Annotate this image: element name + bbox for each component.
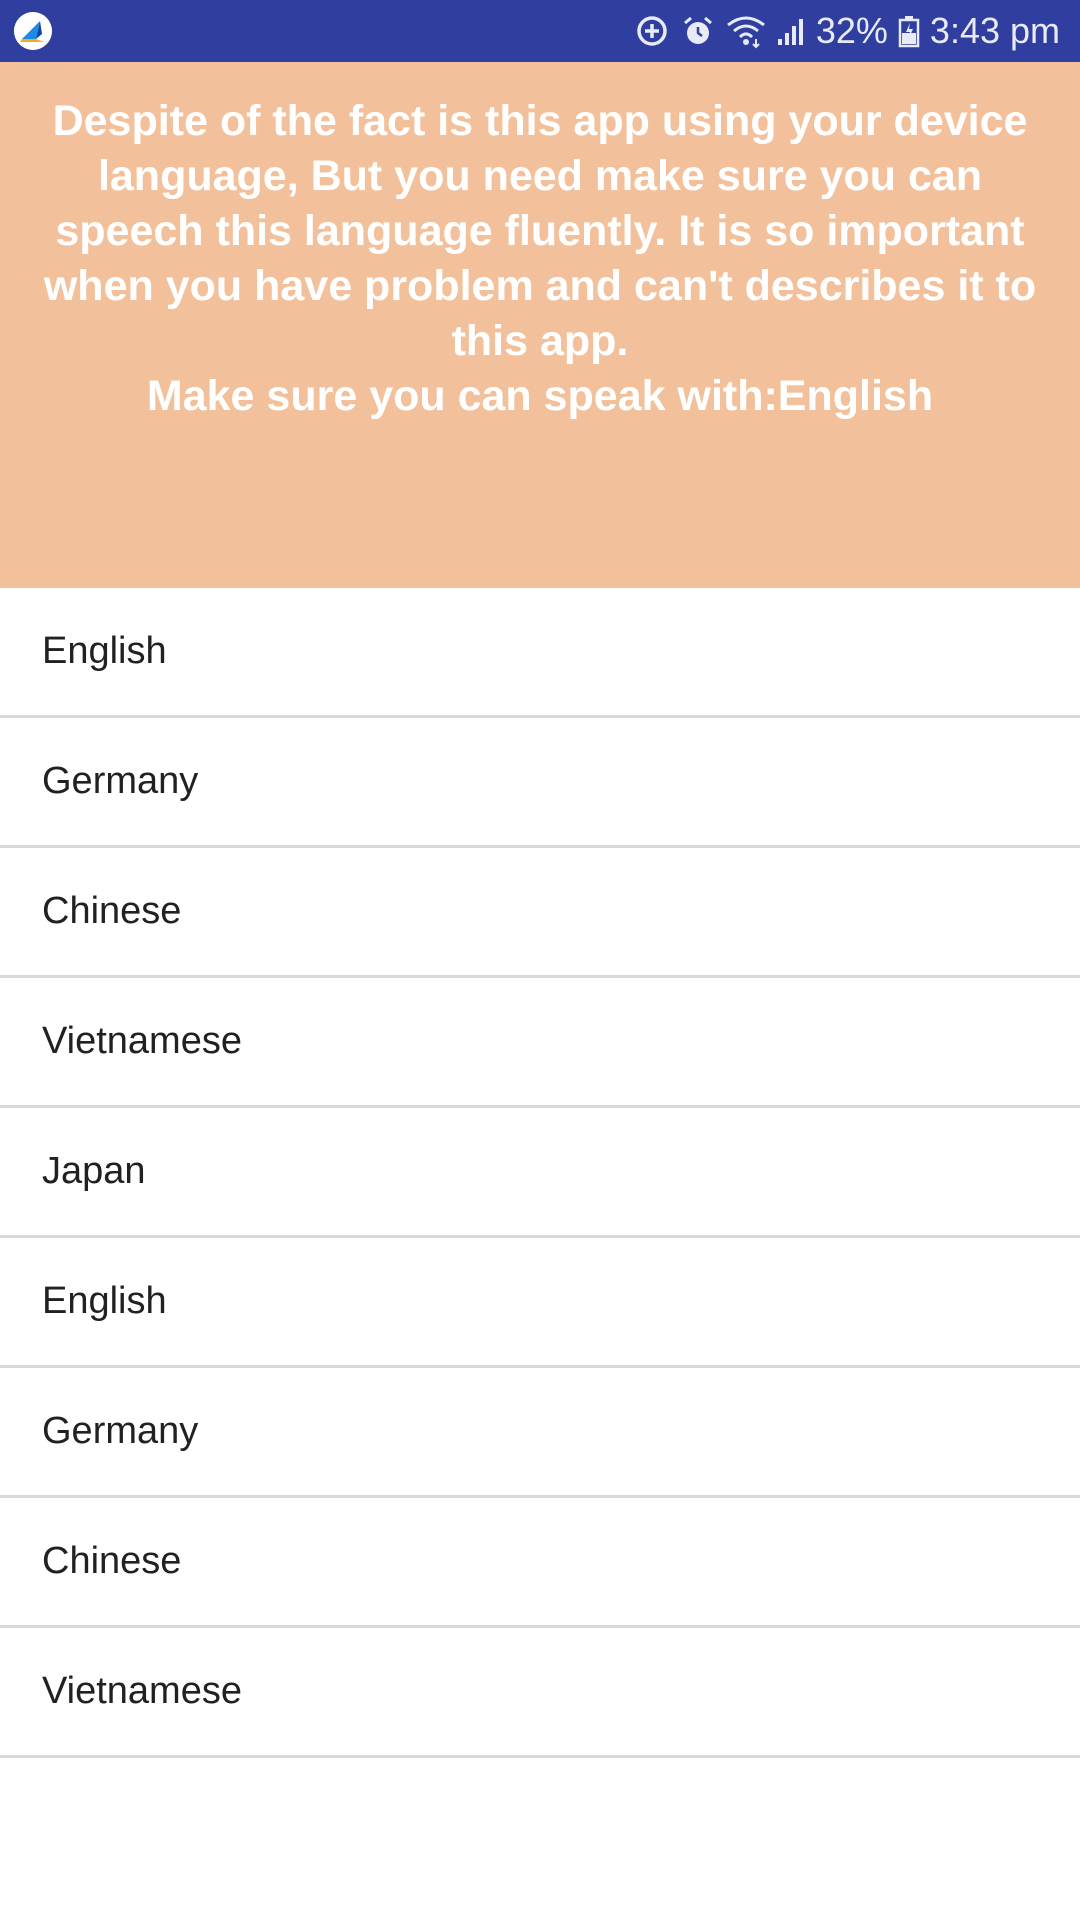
battery-icon bbox=[898, 13, 920, 49]
language-notice-panel: Despite of the fact is this app using yo… bbox=[0, 62, 1080, 588]
language-item-english[interactable]: English bbox=[0, 588, 1080, 718]
language-item-germany-2[interactable]: Germany bbox=[0, 1368, 1080, 1498]
language-item-japan[interactable]: Japan bbox=[0, 1108, 1080, 1238]
notice-message: Despite of the fact is this app using yo… bbox=[43, 97, 1037, 365]
status-icons: 32% 3:43 pm bbox=[634, 0, 1060, 62]
language-item-vietnamese-2[interactable]: Vietnamese bbox=[0, 1628, 1080, 1758]
language-item-vietnamese[interactable]: Vietnamese bbox=[0, 978, 1080, 1108]
data-saver-icon bbox=[634, 13, 670, 49]
notice-current-language: Make sure you can speak with:English bbox=[146, 372, 934, 420]
language-item-chinese-2[interactable]: Chinese bbox=[0, 1498, 1080, 1628]
status-bar: 32% 3:43 pm bbox=[0, 0, 1080, 62]
language-item-germany[interactable]: Germany bbox=[0, 718, 1080, 848]
battery-percent: 32% bbox=[815, 10, 888, 51]
language-item-english-2[interactable]: English bbox=[0, 1238, 1080, 1368]
wifi-icon bbox=[726, 13, 766, 49]
language-item-chinese[interactable]: Chinese bbox=[0, 848, 1080, 978]
signal-icon bbox=[776, 13, 806, 49]
app-logo-icon bbox=[14, 12, 52, 50]
alarm-icon bbox=[680, 13, 716, 49]
language-list: English Germany Chinese Vietnamese Japan… bbox=[0, 588, 1080, 1758]
clock: 3:43 pm bbox=[929, 10, 1060, 51]
